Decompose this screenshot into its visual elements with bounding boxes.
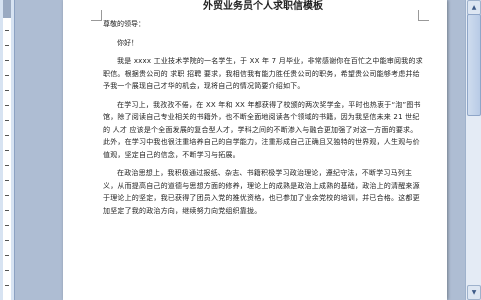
document-title: 外贸业务员个人求职信模板 [203,1,323,12]
arrow-up-icon: ▲ [471,4,477,11]
vertical-scrollbar[interactable]: ▲ ▼ [465,0,481,300]
arrow-down-icon: ▼ [471,289,477,296]
paragraph-study: 在学习上，我孜孜不倦，在 XX 年和 XX 年都获得了校颁的两次奖学金，平时也热… [103,100,421,159]
document-text[interactable]: 外贸业务员个人求职信模板 尊敬的领导： 你好！ 我是 xxxx 工业技术学院的一… [103,0,423,223]
greeting: 你好！ [117,38,138,47]
paragraph-politics: 在政治思想上，我积极通过报纸、杂志、书籍积极学习政治理论，遵纪守法，不断学习马列… [103,169,420,215]
scroll-up-button[interactable]: ▲ [467,0,481,15]
document-canvas: 外贸业务员个人求职信模板 尊敬的领导： 你好！ 我是 xxxx 工业技术学院的一… [15,0,466,300]
scroll-thumb[interactable] [467,14,481,116]
paragraph-intro: 我是 xxxx 工业技术学院的一名学生，于 XX 年 7 月毕业，非常感谢你在百… [103,57,423,90]
margin-corner-marker [91,10,102,21]
scroll-down-button[interactable]: ▼ [467,285,481,300]
document-page[interactable]: 外贸业务员个人求职信模板 尊敬的领导： 你好！ 我是 xxxx 工业技术学院的一… [63,0,447,300]
vertical-ruler [0,0,15,300]
salutation: 尊敬的领导： [103,20,145,28]
